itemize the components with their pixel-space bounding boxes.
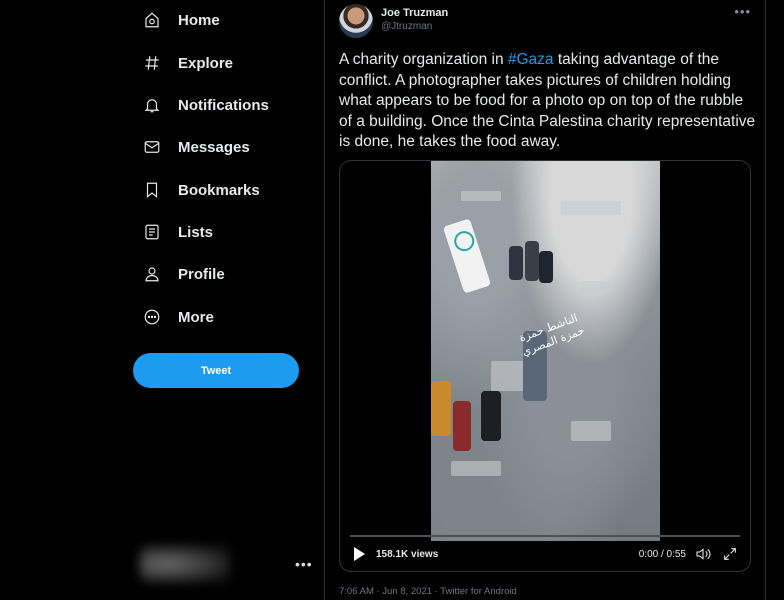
nav-bookmarks-label: Bookmarks: [178, 181, 260, 199]
fullscreen-icon[interactable]: [722, 546, 738, 562]
video-time: 0:00 / 0:55: [638, 549, 686, 560]
tweet-text: A charity organization in #Gaza taking a…: [339, 50, 759, 153]
nav-messages-label: Messages: [178, 138, 250, 156]
video-overlay-text: الناشط حمزة حمزة المصري: [517, 311, 587, 359]
nav-home-label: Home: [178, 11, 220, 29]
nav-lists-label: Lists: [178, 223, 214, 241]
nav-explore-label: Explore: [178, 54, 234, 72]
list-icon: [140, 220, 164, 244]
person-icon: [140, 262, 164, 286]
author-handle[interactable]: @Jtruzman: [381, 21, 432, 32]
bookmark-icon: [140, 178, 164, 202]
hashtag-icon: [140, 51, 164, 75]
video-controls: 158.1K views 0:00 / 0:55: [340, 543, 750, 565]
video-views: 158.1K views: [376, 549, 439, 560]
rubble-shape: [461, 191, 501, 201]
child-figure: [539, 251, 553, 283]
nav-lists[interactable]: Lists: [130, 215, 213, 249]
nav-more-label: More: [178, 308, 214, 326]
charity-banner: [442, 218, 492, 294]
avatar[interactable]: [339, 4, 373, 38]
nav-more[interactable]: More: [130, 300, 214, 334]
nav-notifications[interactable]: Notifications: [130, 88, 269, 122]
volume-icon[interactable]: [694, 546, 712, 562]
nav-profile[interactable]: Profile: [130, 257, 225, 291]
bell-icon: [140, 93, 164, 117]
tweet-timestamp[interactable]: 7:06 AM · Jun 8, 2021 · Twitter for Andr…: [339, 586, 517, 597]
play-icon[interactable]: [354, 547, 365, 561]
more-circle-icon: [140, 305, 164, 329]
envelope-icon: [140, 135, 164, 159]
nav-home[interactable]: Home: [130, 3, 220, 37]
child-figure: [509, 246, 523, 280]
video-player[interactable]: الناشط حمزة حمزة المصري 158.1K views 0:0…: [339, 160, 751, 572]
sidebar-nav: Home Explore Notifications Messages Book…: [130, 0, 320, 600]
rubble-shape: [451, 461, 501, 476]
child-figure: [481, 391, 501, 441]
nav-notifications-label: Notifications: [178, 96, 269, 114]
child-figure: [453, 401, 471, 451]
rubble-shape: [571, 421, 611, 441]
child-figure: [525, 241, 539, 281]
hashtag-link[interactable]: #Gaza: [508, 51, 554, 68]
nav-profile-label: Profile: [178, 265, 225, 283]
tweet-button[interactable]: Tweet: [133, 353, 299, 388]
account-switcher-avatar[interactable]: [140, 545, 230, 583]
nav-explore[interactable]: Explore: [130, 46, 233, 80]
nav-messages[interactable]: Messages: [130, 130, 250, 164]
home-icon: [140, 8, 164, 32]
video-frame[interactable]: الناشط حمزة حمزة المصري: [431, 161, 660, 541]
nav-bookmarks[interactable]: Bookmarks: [130, 173, 260, 207]
tweet-text-start: A charity organization in: [339, 51, 508, 68]
rubble-shape: [581, 281, 611, 293]
adult-figure: [431, 381, 451, 436]
video-progress-bar[interactable]: [350, 535, 740, 537]
rubble-shape: [561, 201, 621, 215]
author-name[interactable]: Joe Truzman: [381, 7, 448, 19]
tweet-column: Joe Truzman @Jtruzman ••• A charity orga…: [324, 0, 766, 600]
account-more-icon[interactable]: •••: [295, 556, 313, 572]
tweet-more-icon[interactable]: •••: [734, 4, 751, 19]
